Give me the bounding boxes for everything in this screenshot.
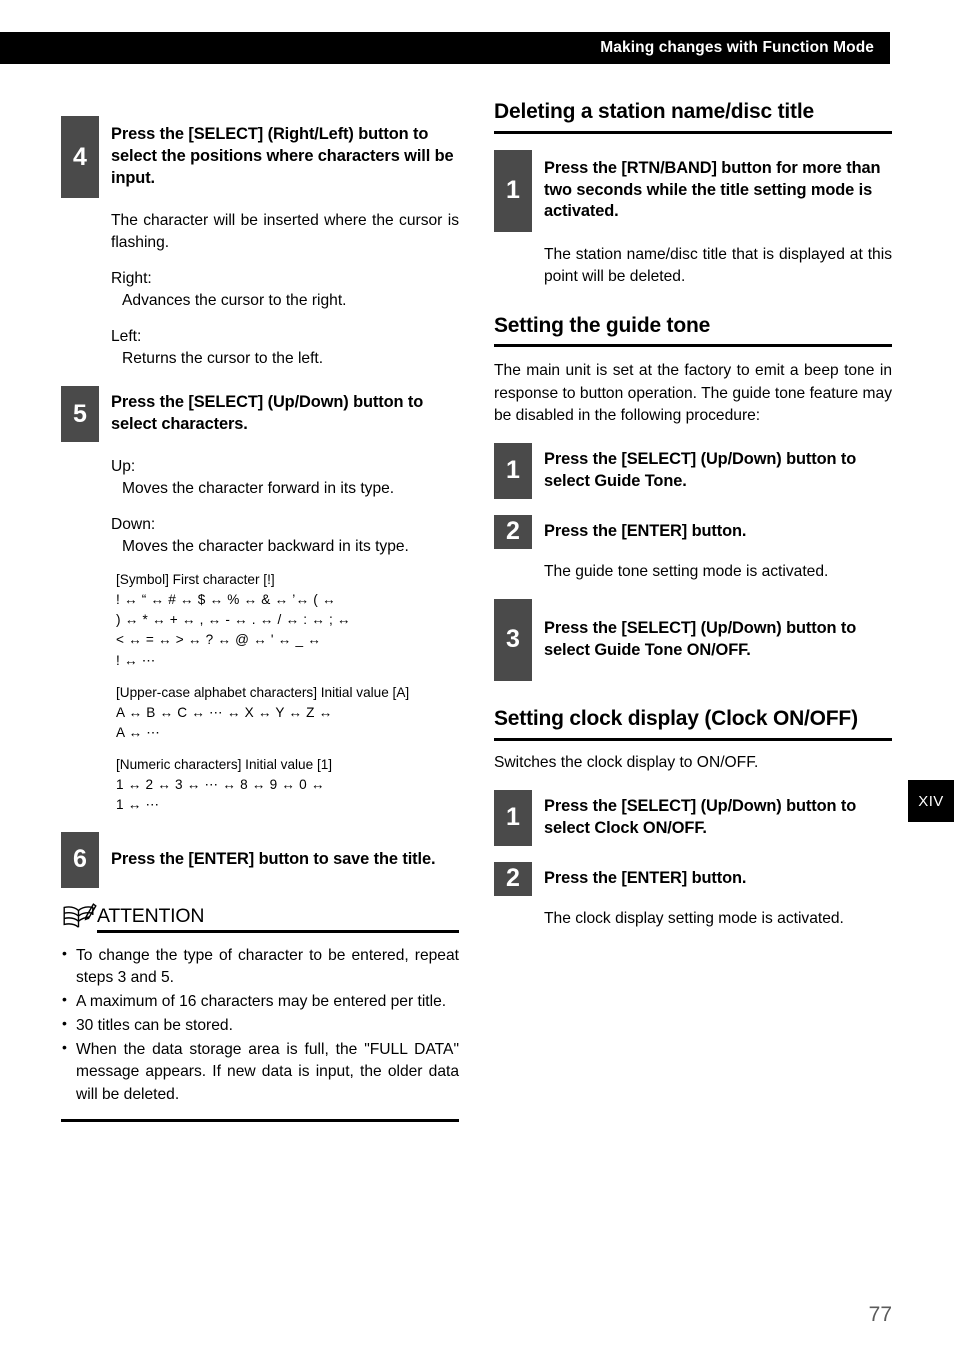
step-5: 5 Press the [SELECT] (Up/Down) button to… xyxy=(61,386,459,443)
step-6-number: 6 xyxy=(61,831,99,888)
attention-label-wrap: ATTENTION xyxy=(97,904,459,933)
char-sequence-line: ! ↔ “ ↔ # ↔ $ ↔ % ↔ & ↔ ’↔ ( ↔ xyxy=(116,591,336,607)
guide-tone-step-3-title: Press the [SELECT] (Up/Down) button to s… xyxy=(544,619,857,659)
step-4-number: 4 xyxy=(61,116,99,198)
attention-list-item: 30 titles can be stored. xyxy=(61,1014,459,1037)
chapter-thumb-tab: XIV xyxy=(908,780,954,822)
step-4-definition-right: Right: Advances the cursor to the right. xyxy=(111,268,459,312)
definition-term: Up: xyxy=(111,458,136,476)
attention-list: To change the type of character to be en… xyxy=(61,944,459,1106)
char-group-symbol: [Symbol] First character [!] ! ↔ “ ↔ # ↔… xyxy=(116,571,459,671)
guide-tone-step-1: 1 Press the [SELECT] (Up/Down) button to… xyxy=(494,442,892,499)
step-4-definition-left: Left: Returns the cursor to the left. xyxy=(111,326,459,370)
char-sequence-line: A ↔ ⋯ xyxy=(116,725,161,741)
definition-description: Moves the character backward in its type… xyxy=(122,538,409,556)
attention-header: ATTENTION xyxy=(61,902,459,933)
open-book-pencil-icon xyxy=(61,902,97,932)
char-sequence-line: 1 ↔ 2 ↔ 3 ↔ ⋯ ↔ 8 ↔ 9 ↔ 0 ↔ xyxy=(116,776,325,792)
char-group-label: [Upper-case alphabet characters] Initial… xyxy=(116,685,410,701)
definition-term: Right: xyxy=(111,270,152,288)
step-5-title: Press the [SELECT] (Up/Down) button to s… xyxy=(111,393,424,434)
definition-description: Advances the cursor to the right. xyxy=(122,292,347,310)
attention-list-item: A maximum of 16 characters may be entere… xyxy=(61,990,459,1013)
step-4-title: Press the [SELECT] (Right/Left) button t… xyxy=(111,125,454,187)
clock-step-1-title: Press the [SELECT] (Up/Down) button to s… xyxy=(544,796,857,837)
clock-step-2-title: Press the [ENTER] button. xyxy=(544,868,747,887)
step-5-number: 5 xyxy=(61,386,99,443)
delete-step-1: 1 Press the [RTN/BAND] button for more t… xyxy=(494,149,892,232)
char-sequence-line: A ↔ B ↔ C ↔ ⋯ ↔ X ↔ Y ↔ Z ↔ xyxy=(116,704,333,720)
delete-step-1-number: 1 xyxy=(494,149,532,232)
char-group-label: [Numeric characters] Initial value [1] xyxy=(116,757,333,773)
step-4: 4 Press the [SELECT] (Right/Left) button… xyxy=(61,116,459,198)
attention-bottom-rule xyxy=(61,1118,459,1122)
running-header-title: Making changes with Function Mode xyxy=(600,39,874,56)
guide-tone-intro: The main unit is set at the factory to e… xyxy=(494,362,892,424)
guide-tone-step-2-title: Press the [ENTER] button. xyxy=(544,521,747,540)
left-column: 4 Press the [SELECT] (Right/Left) button… xyxy=(61,100,459,1122)
char-sequence-line: 1 ↔ ⋯ xyxy=(116,797,160,813)
char-sequence-line: ) ↔ * ↔ + ↔ , ↔ - ↔ . ↔ / ↔ : ↔ ; ↔ xyxy=(116,612,351,628)
section-heading-guide-tone: Setting the guide tone xyxy=(494,314,892,348)
definition-term: Down: xyxy=(111,516,156,534)
definition-description: Returns the cursor to the left. xyxy=(122,350,324,368)
guide-tone-step-2-body: The guide tone setting mode is activated… xyxy=(544,562,829,580)
section-heading-deleting-station-name: Deleting a station name/disc title xyxy=(494,100,892,134)
delete-step-1-body: The station name/disc title that is disp… xyxy=(544,245,892,285)
right-column: Deleting a station name/disc title 1 Pre… xyxy=(494,100,892,930)
clock-step-2-number: 2 xyxy=(494,861,532,896)
char-sequence-line: < ↔ = ↔ > ↔ ? ↔ @ ↔ ' ↔ _ ↔ xyxy=(116,632,321,648)
char-group-uppercase: [Upper-case alphabet characters] Initial… xyxy=(116,684,459,743)
definition-description: Moves the character forward in its type. xyxy=(122,480,395,498)
definition-term: Left: xyxy=(111,328,142,346)
clock-step-2: 2 Press the [ENTER] button. xyxy=(494,861,892,896)
page-number: 77 xyxy=(868,1303,892,1326)
guide-tone-step-3: 3 Press the [SELECT] (Up/Down) button to… xyxy=(494,598,892,681)
section-heading-clock-display: Setting clock display (Clock ON/OFF) xyxy=(494,707,892,741)
attention-top-rule xyxy=(97,929,459,933)
attention-list-item: When the data storage area is full, the … xyxy=(61,1038,459,1105)
step-6: 6 Press the [ENTER] button to save the t… xyxy=(61,831,459,888)
step-6-title: Press the [ENTER] button to save the tit… xyxy=(111,849,436,868)
step-5-definition-up: Up: Moves the character forward in its t… xyxy=(111,456,459,500)
char-group-label: [Symbol] First character [!] xyxy=(116,572,275,588)
step-5-definition-down: Down: Moves the character backward in it… xyxy=(111,514,459,558)
char-group-numeric: [Numeric characters] Initial value [1] 1… xyxy=(116,756,459,815)
guide-tone-step-1-number: 1 xyxy=(494,442,532,499)
attention-list-item: To change the type of character to be en… xyxy=(61,944,459,989)
attention-block: ATTENTION To change the type of characte… xyxy=(61,902,459,1122)
running-header: Making changes with Function Mode xyxy=(0,32,890,64)
attention-label: ATTENTION xyxy=(97,904,205,927)
guide-tone-step-2: 2 Press the [ENTER] button. xyxy=(494,514,892,549)
guide-tone-step-1-title: Press the [SELECT] (Up/Down) button to s… xyxy=(544,450,857,490)
clock-step-2-body: The clock display setting mode is activa… xyxy=(544,909,844,927)
delete-step-1-title: Press the [RTN/BAND] button for more tha… xyxy=(544,158,881,221)
guide-tone-step-2-number: 2 xyxy=(494,514,532,549)
step-4-body: The character will be inserted where the… xyxy=(111,212,459,252)
clock-step-1-number: 1 xyxy=(494,789,532,846)
char-sequence-line: ! ↔ ⋯ xyxy=(116,652,156,668)
clock-display-intro: Switches the clock display to ON/OFF. xyxy=(494,753,759,771)
guide-tone-step-3-number: 3 xyxy=(494,598,532,681)
clock-step-1: 1 Press the [SELECT] (Up/Down) button to… xyxy=(494,789,892,846)
